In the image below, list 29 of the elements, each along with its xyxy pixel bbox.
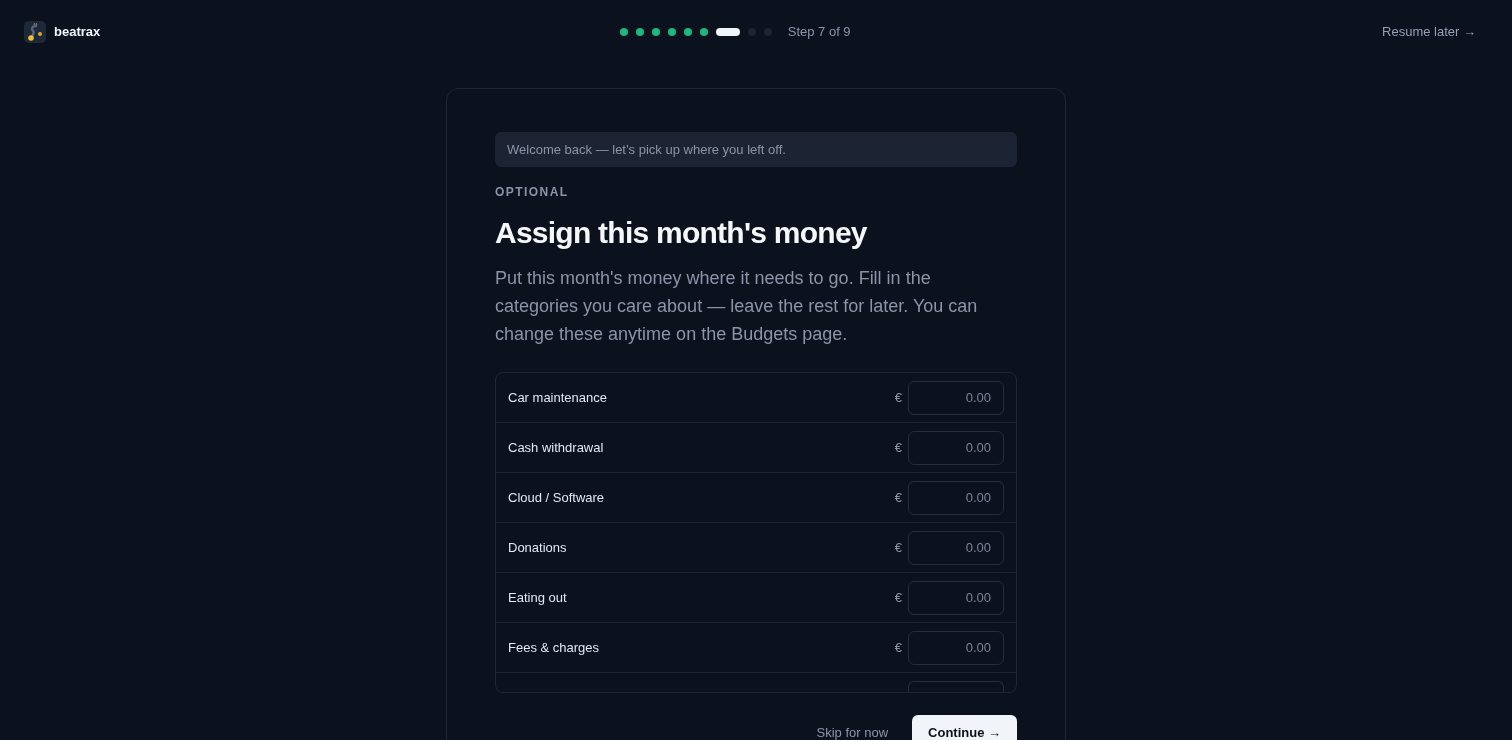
currency-symbol: € (894, 488, 902, 507)
currency-symbol: € (894, 638, 902, 657)
page-title: Assign this month's money (495, 215, 868, 251)
category-label: Donations (508, 538, 568, 557)
category-label: Cash withdrawal (508, 438, 605, 457)
optional-label: OPTIONAL (495, 184, 570, 200)
currency-symbol: € (894, 438, 902, 457)
logo-icon (24, 21, 46, 43)
amount-field[interactable]: 0.00 (908, 580, 1004, 615)
amount-field[interactable]: 0.00 (908, 430, 1004, 465)
currency-symbol: € (894, 388, 902, 407)
category-label: Cloud / Software (508, 488, 606, 507)
step-counter: Step 7 of 9 (787, 23, 851, 42)
currency-symbol: € (894, 538, 902, 557)
amount-field[interactable] (908, 681, 1004, 692)
amount-field[interactable]: 0.00 (908, 530, 1004, 565)
amount-field[interactable]: 0.00 (908, 480, 1004, 515)
currency-symbol: € (894, 588, 902, 607)
resume-later-link[interactable]: Resume later → (1370, 16, 1488, 48)
welcome-banner: Welcome back — let’s pick up where you left off. (495, 132, 1017, 167)
category-label: Car maintenance (508, 388, 608, 407)
category-label: Fees & charges (508, 638, 601, 657)
skip-button[interactable]: Skip for now (804, 715, 901, 740)
amount-field[interactable]: 0.00 (908, 380, 1004, 415)
brand-name: beatrax (54, 23, 101, 42)
description-text: Put this month's money where it needs to go. Fill in the categories you care about — leave the rest for later. You can change these anytime on the Budgets page. (495, 267, 979, 346)
category-label: Eating out (508, 588, 568, 607)
amount-field[interactable]: 0.00 (908, 630, 1004, 665)
continue-button[interactable]: Continue → (912, 715, 1017, 740)
